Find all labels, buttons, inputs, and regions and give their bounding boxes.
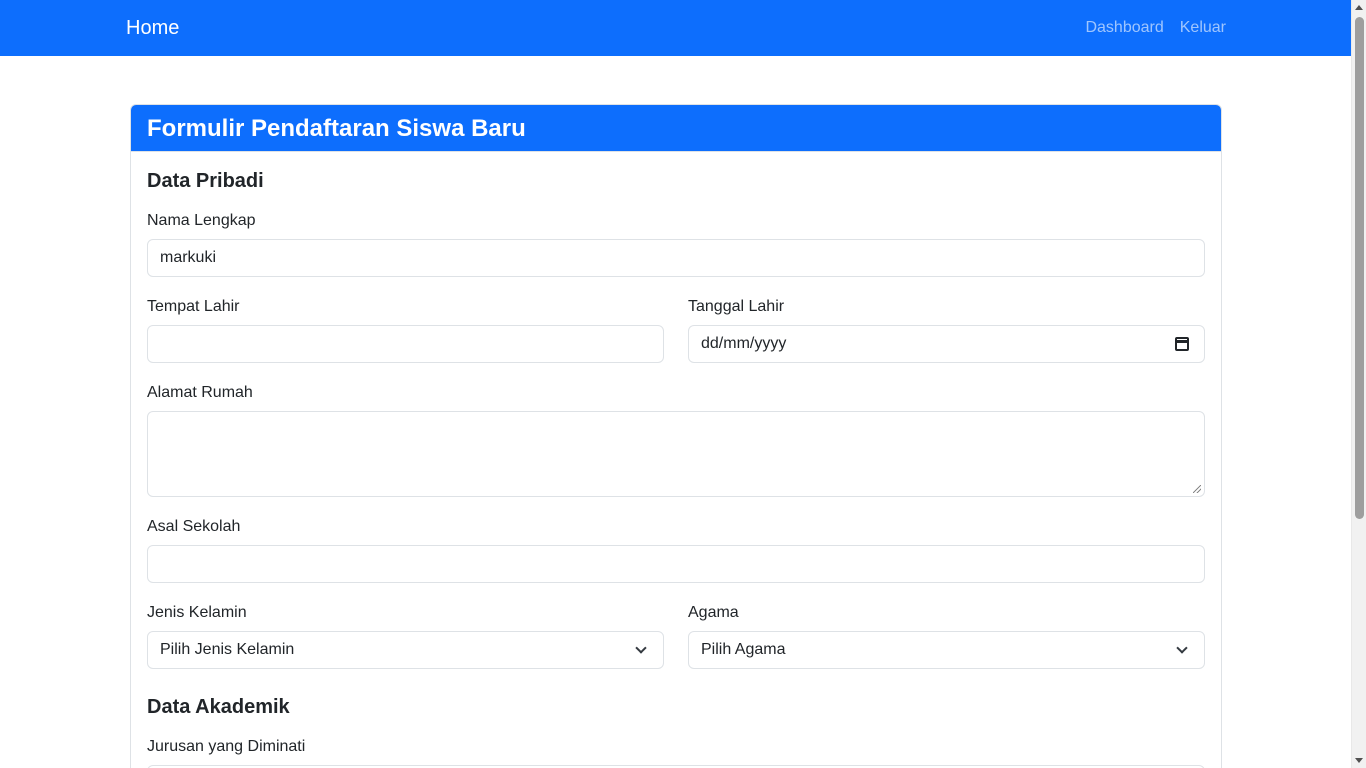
navbar: Home Dashboard Keluar	[0, 0, 1351, 56]
card-title: Formulir Pendaftaran Siswa Baru	[147, 115, 526, 142]
tanggal-lahir-value: dd/mm/yyyy	[701, 335, 787, 352]
page: Home Dashboard Keluar Formulir Pendaftar…	[0, 0, 1366, 768]
agama-select[interactable]: Pilih Agama	[688, 631, 1205, 669]
label-agama: Agama	[688, 604, 739, 621]
nama-lengkap-value: markuki	[160, 249, 217, 266]
alamat-rumah-textarea[interactable]	[147, 411, 1205, 497]
tanggal-lahir-input[interactable]: dd/mm/yyyy	[688, 325, 1205, 363]
nav-link-dashboard[interactable]: Dashboard	[1085, 18, 1163, 38]
chevron-down-icon	[635, 642, 647, 654]
registration-card: Formulir Pendaftaran Siswa Baru Data Pri…	[130, 104, 1222, 768]
vertical-scrollbar[interactable]	[1351, 0, 1366, 768]
label-asal-sekolah: Asal Sekolah	[147, 518, 241, 535]
label-nama-lengkap: Nama Lengkap	[147, 212, 256, 229]
jenis-kelamin-selected: Pilih Jenis Kelamin	[160, 641, 295, 658]
label-jurusan: Jurusan yang Diminati	[147, 738, 306, 755]
calendar-icon[interactable]	[1175, 337, 1189, 351]
nama-lengkap-input[interactable]: markuki	[147, 239, 1205, 277]
agama-selected: Pilih Agama	[701, 641, 786, 658]
scroll-down-icon[interactable]	[1355, 758, 1363, 763]
label-tanggal-lahir: Tanggal Lahir	[688, 298, 785, 315]
scroll-thumb[interactable]	[1355, 17, 1364, 519]
card-header: Formulir Pendaftaran Siswa Baru	[131, 105, 1221, 152]
brand-home-link[interactable]: Home	[126, 16, 179, 40]
chevron-down-icon	[1176, 642, 1188, 654]
resize-grip-icon[interactable]	[1193, 485, 1201, 493]
label-jenis-kelamin: Jenis Kelamin	[147, 604, 247, 621]
jenis-kelamin-select[interactable]: Pilih Jenis Kelamin	[147, 631, 664, 669]
section-title-academic: Data Akademik	[147, 696, 290, 718]
label-alamat-rumah: Alamat Rumah	[147, 384, 253, 401]
section-title-personal: Data Pribadi	[147, 170, 264, 192]
asal-sekolah-input[interactable]	[147, 545, 1205, 583]
nav-links: Dashboard Keluar	[1085, 18, 1226, 38]
label-tempat-lahir: Tempat Lahir	[147, 298, 240, 315]
tempat-lahir-input[interactable]	[147, 325, 664, 363]
scroll-up-icon[interactable]	[1355, 5, 1363, 10]
nav-link-keluar[interactable]: Keluar	[1180, 18, 1226, 38]
